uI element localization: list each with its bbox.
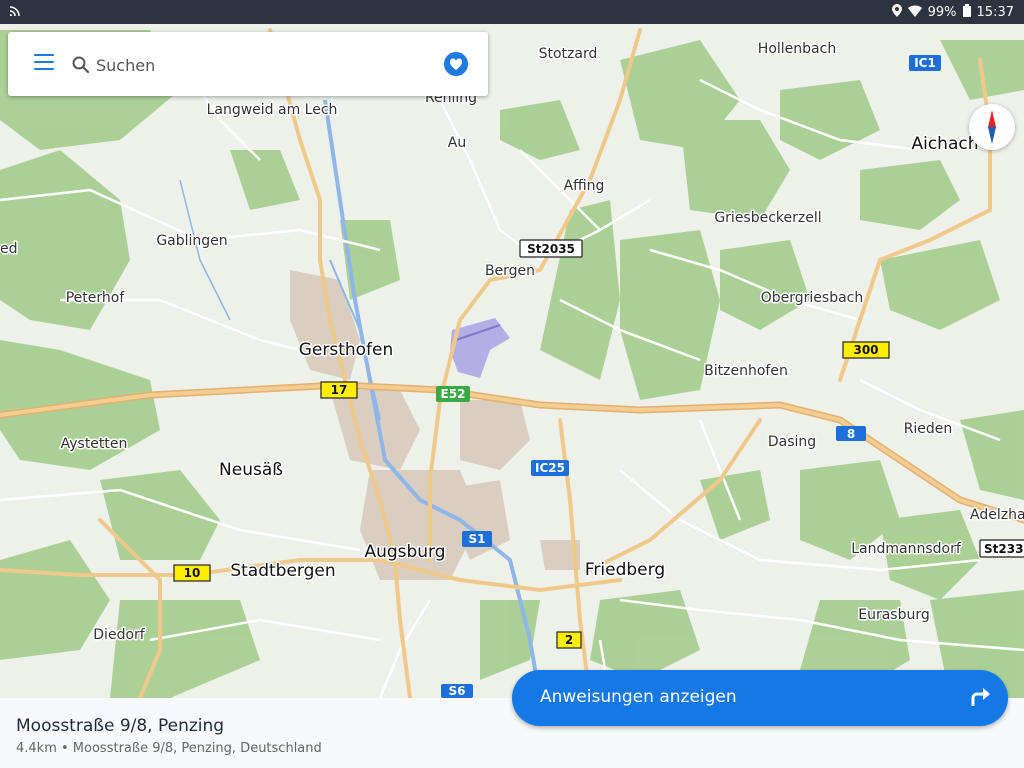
place-label: Eurasburg [858, 607, 930, 623]
road-shield: 10 [173, 564, 211, 582]
place-label: Hollenbach [758, 41, 836, 57]
place-label: Bitzenhofen [704, 363, 788, 379]
show-directions-button[interactable]: Anweisungen anzeigen [512, 670, 1008, 726]
directions-button-label: Anweisungen anzeigen [540, 687, 737, 707]
place-label: Griesbeckerzell [714, 210, 821, 226]
svg-text:10: 10 [184, 566, 201, 580]
place-label: Gablingen [156, 233, 227, 249]
place-label: Neusäß [219, 460, 283, 480]
road-shield: 8 [836, 426, 866, 441]
road-shield: S1 [462, 531, 492, 547]
road-shield: St2035 [519, 239, 583, 258]
heart-icon[interactable] [444, 52, 468, 76]
place-label: ed [0, 241, 18, 257]
place-label: Diedorf [93, 627, 145, 643]
place-label: Obergriesbach [761, 290, 864, 306]
search-bar [8, 32, 488, 96]
road-shield: E52 [436, 386, 470, 402]
road-shield: IC25 [531, 460, 569, 476]
status-bar: 99% 15:37 [0, 0, 1024, 24]
svg-text:St233: St233 [984, 542, 1023, 556]
destination-subtitle: 4.4km • Moosstraße 9/8, Penzing, Deutsch… [16, 741, 322, 756]
svg-text:8: 8 [847, 427, 855, 441]
place-label: Augsburg [364, 542, 445, 562]
place-label: Stotzard [539, 46, 598, 62]
place-label: Stadtbergen [230, 561, 335, 581]
road-shield: 17 [320, 381, 358, 399]
destination-title: Moosstraße 9/8, Penzing [16, 716, 225, 736]
place-label: Au [448, 135, 466, 151]
place-label: Rieden [904, 421, 953, 437]
turn-right-icon [968, 685, 992, 713]
svg-text:17: 17 [331, 383, 348, 397]
place-label: Dasing [768, 434, 816, 450]
place-label: Adelzha [970, 507, 1024, 523]
road-shield: 300 [842, 341, 890, 359]
map-canvas[interactable]: Stotzard Hollenbach Rehling Langweid am … [0, 24, 1024, 698]
place-label: Aystetten [61, 436, 128, 452]
compass-icon[interactable] [969, 104, 1015, 150]
place-label: Langweid am Lech [207, 102, 338, 118]
place-label: Gersthofen [299, 340, 394, 360]
road-shield: IC1 [909, 55, 941, 71]
location-pin-icon [891, 4, 902, 21]
svg-text:IC25: IC25 [535, 461, 565, 475]
svg-text:S6: S6 [449, 684, 466, 698]
svg-text:E52: E52 [441, 387, 466, 401]
notification-icon [8, 4, 22, 22]
svg-text:2: 2 [565, 633, 573, 647]
place-label: Bergen [485, 263, 535, 279]
place-label: Peterhof [66, 290, 126, 306]
search-icon [72, 56, 90, 77]
place-label: Friedberg [585, 560, 665, 580]
road-shield: St233 [979, 539, 1024, 558]
battery-icon [962, 4, 971, 21]
road-shield: S6 [441, 684, 473, 698]
place-label: Landmannsdorf [851, 541, 962, 557]
search-input[interactable] [94, 50, 418, 80]
battery-percent: 99% [927, 5, 957, 20]
wifi-icon [907, 4, 922, 21]
road-shield: 2 [556, 631, 582, 649]
clock: 15:37 [976, 5, 1014, 20]
svg-text:S1: S1 [469, 532, 486, 546]
menu-icon[interactable] [34, 54, 54, 70]
svg-text:IC1: IC1 [914, 56, 936, 70]
svg-text:St2035: St2035 [527, 242, 575, 256]
svg-text:300: 300 [853, 343, 878, 357]
place-label: Affing [564, 178, 605, 194]
